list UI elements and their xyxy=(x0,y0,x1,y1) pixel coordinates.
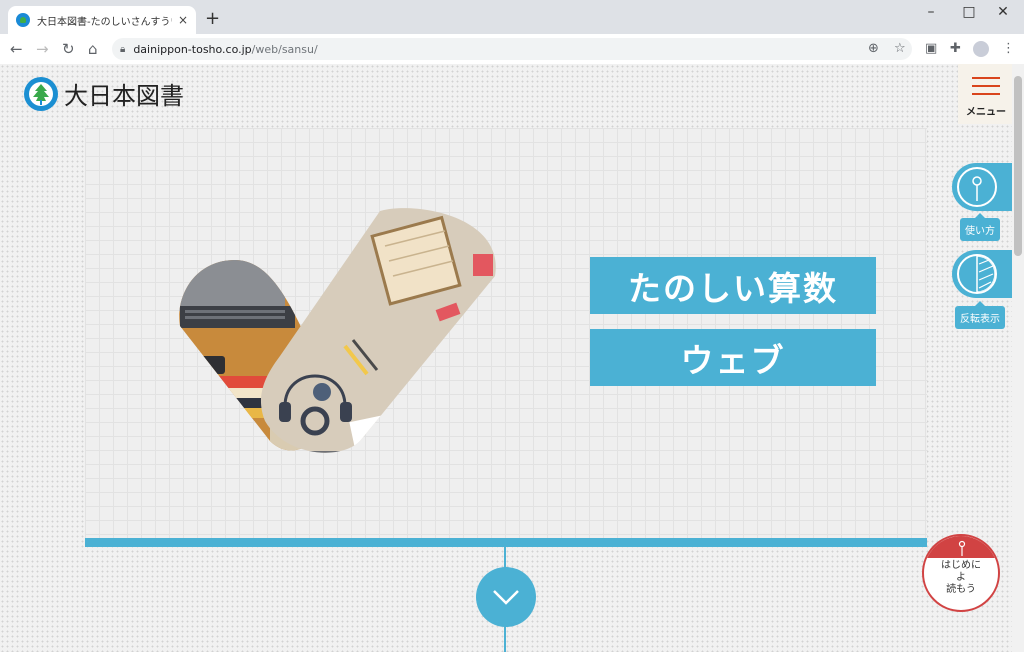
site-logo[interactable]: 大日本図書 xyxy=(24,76,184,111)
new-tab-button[interactable]: + xyxy=(205,10,220,28)
logo-text: 大日本図書 xyxy=(64,82,184,110)
extensions-puzzle-icon[interactable]: ✚ xyxy=(950,41,961,56)
invert-display-label[interactable]: 反転表示 xyxy=(955,301,1005,329)
zoom-icon[interactable]: ⊕ xyxy=(868,41,879,56)
howto-label[interactable]: 使い方 xyxy=(960,213,1000,241)
maximize-button[interactable]: □ xyxy=(954,4,984,20)
hamburger-icon xyxy=(972,93,1000,95)
howto-button[interactable] xyxy=(952,163,1012,211)
logo-tree-icon xyxy=(24,76,58,111)
start-cap xyxy=(924,536,998,558)
page-viewport: 大日本図書 メニュー たのしい算数 ウェブ 使い方 反転表示 はじめに よ 読も… xyxy=(0,64,1012,652)
hamburger-icon xyxy=(972,85,1000,87)
contrast-icon xyxy=(957,254,997,294)
page-scrollbar[interactable] xyxy=(1012,64,1024,652)
invert-display-button[interactable] xyxy=(952,250,1012,298)
home-icon[interactable]: ⌂ xyxy=(88,40,98,58)
browser-tabstrip: 大日本図書-たのしいさんすうウェブ × + – □ ✕ xyxy=(0,0,1024,34)
extension-cast-icon[interactable]: ▣ xyxy=(925,41,937,56)
bookmark-star-icon[interactable]: ☆ xyxy=(894,41,906,56)
browser-tab[interactable]: 大日本図書-たのしいさんすうウェブ × xyxy=(8,6,196,34)
read-first-ruby: よ xyxy=(956,572,966,583)
browser-toolbar: ← → ↻ ⌂ 🔒︎ dainippon-tosho.co.jp /web/sa… xyxy=(0,34,1024,64)
read-first-button[interactable]: はじめに よ 読もう xyxy=(922,534,1000,612)
read-first-line2: 読もう xyxy=(946,584,976,595)
hero-illustration xyxy=(179,208,496,453)
menu-label: メニュー xyxy=(966,107,1006,118)
scroll-down-button[interactable] xyxy=(476,567,536,627)
hamburger-icon xyxy=(972,77,1000,79)
tab-close-icon[interactable]: × xyxy=(178,13,188,27)
scrollbar-thumb[interactable] xyxy=(1014,76,1022,256)
read-first-line1: はじめに xyxy=(941,560,981,571)
hero-title-line2: ウェブ xyxy=(590,329,876,386)
reload-icon[interactable]: ↻ xyxy=(62,40,75,58)
minimize-button[interactable]: – xyxy=(916,4,946,20)
menu-button[interactable]: メニュー xyxy=(958,64,1012,124)
browser-menu-icon[interactable]: ⋮ xyxy=(1002,41,1015,56)
pin-icon xyxy=(957,167,997,207)
site-favicon-icon xyxy=(16,13,30,27)
read-first-text: はじめに よ 読もう xyxy=(924,560,998,596)
tab-title: 大日本図書-たのしいさんすうウェブ xyxy=(37,16,172,28)
hero-title-line1: たのしい算数 xyxy=(590,257,876,314)
lock-icon: 🔒︎ xyxy=(120,43,126,55)
url-host: dainippon-tosho.co.jp xyxy=(133,42,252,56)
back-arrow-icon[interactable]: ← xyxy=(10,40,23,58)
profile-avatar[interactable] xyxy=(973,41,989,57)
pin-icon xyxy=(958,540,966,556)
address-bar[interactable]: 🔒︎ dainippon-tosho.co.jp /web/sansu/ ⊕ ☆ xyxy=(112,38,912,60)
hero-bottom-bar xyxy=(85,538,927,547)
chevron-down-icon xyxy=(493,590,519,605)
url-path: /web/sansu/ xyxy=(251,42,318,56)
forward-arrow-icon[interactable]: → xyxy=(36,40,49,58)
close-window-button[interactable]: ✕ xyxy=(988,4,1018,20)
